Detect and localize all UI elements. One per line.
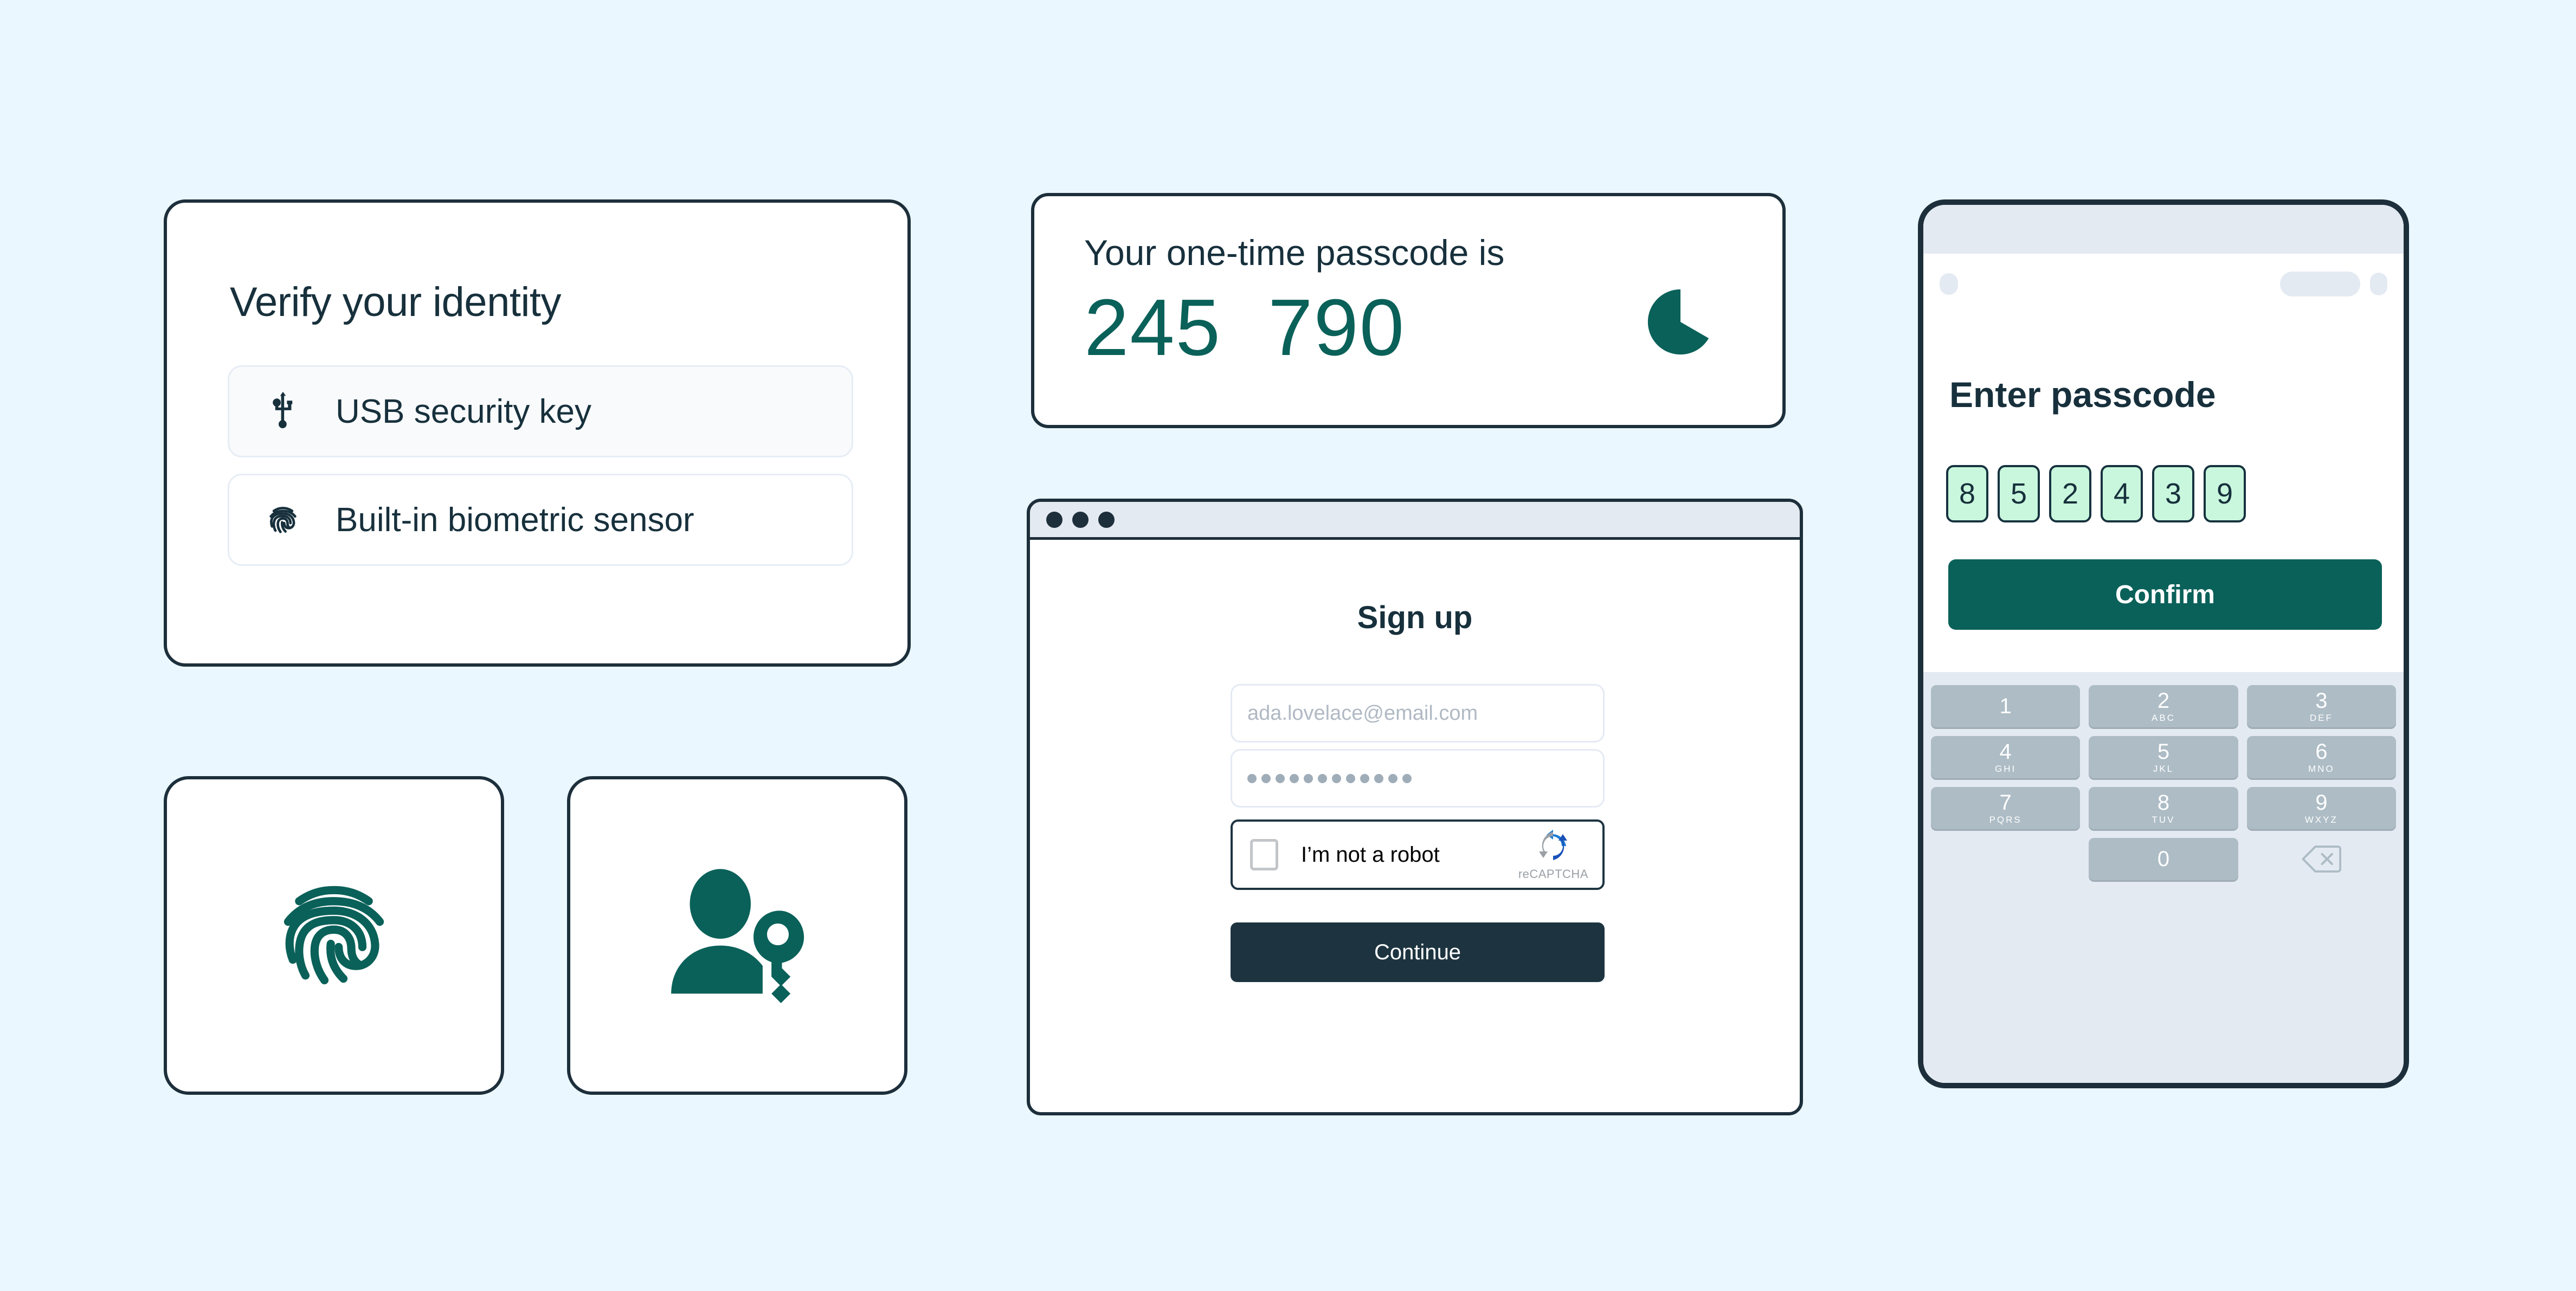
keypad-key-digit: 8 (2157, 791, 2170, 815)
window-close-dot[interactable] (1046, 511, 1062, 528)
password-dot (1388, 773, 1398, 783)
verify-identity-card: Verify your identity USB security key Bu… (164, 199, 911, 667)
keypad-key-letters: WXYZ (2304, 815, 2338, 825)
keypad-key-0[interactable]: 0 (2089, 838, 2238, 880)
password-dot (1247, 773, 1257, 783)
one-time-passcode-card: Your one-time passcode is 245 790 (1031, 193, 1786, 428)
recaptcha-label: I’m not a robot (1301, 842, 1440, 867)
confirm-button[interactable]: Confirm (1948, 559, 2382, 630)
verify-identity-title: Verify your identity (230, 279, 561, 325)
keypad-key-digit: 9 (2315, 791, 2328, 815)
illustration-canvas: Verify your identity USB security key Bu… (0, 0, 2576, 1291)
option-usb-label: USB security key (336, 392, 592, 430)
keypad-key-digit: 0 (2157, 847, 2170, 871)
keypad-key-letters: PQRS (1989, 815, 2022, 825)
numeric-keypad: 1 2 ABC 3 DEF 4 GHI 5 JKL 6 MNO 7 PQRS 8 TUV 9 WXYZ 0 (1923, 672, 2404, 1083)
keypad-row: 1 2 ABC 3 DEF (1931, 685, 2396, 727)
password-dot (1304, 773, 1313, 783)
keypad-key-1[interactable]: 1 (1931, 685, 2081, 727)
keypad-key-letters: GHI (1995, 764, 2017, 774)
passcode-digit-box[interactable]: 9 (2204, 465, 2246, 522)
phone-chrome-menu-placeholder (2370, 273, 2387, 295)
keypad-key-5[interactable]: 5 JKL (2089, 736, 2238, 778)
password-dot (1318, 773, 1327, 783)
keypad-key-letters: JKL (2153, 764, 2174, 774)
password-dot (1374, 773, 1383, 783)
password-dot (1346, 773, 1355, 783)
password-dot (1332, 773, 1341, 783)
keypad-key-2[interactable]: 2 ABC (2089, 685, 2238, 727)
backspace-key[interactable] (2247, 838, 2396, 880)
passcode-digit-box[interactable]: 8 (1946, 465, 1988, 522)
usb-icon (263, 391, 303, 431)
recaptcha-logo-icon (1536, 829, 1570, 866)
email-placeholder: ada.lovelace@email.com (1247, 701, 1478, 725)
password-dot (1402, 773, 1412, 783)
person-key-tile[interactable] (567, 776, 907, 1095)
keypad-spacer (1931, 838, 2080, 880)
phone-chrome-address-placeholder (2280, 272, 2360, 296)
password-dot (1360, 773, 1369, 783)
keypad-key-digit: 3 (2315, 689, 2328, 713)
keypad-key-digit: 7 (1999, 791, 2012, 815)
keypad-key-4[interactable]: 4 GHI (1931, 736, 2081, 778)
keypad-row: 0 (1931, 838, 2396, 880)
keypad-key-digit: 4 (1999, 740, 2012, 764)
passcode-digit-box[interactable]: 2 (2049, 465, 2091, 522)
passcode-digits: 852439 (1946, 465, 2246, 522)
signup-page-title: Sign up (1357, 600, 1473, 635)
keypad-key-9[interactable]: 9 WXYZ (2246, 787, 2396, 829)
enter-passcode-title: Enter passcode (1949, 375, 2216, 415)
window-minimize-dot[interactable] (1072, 511, 1089, 528)
recaptcha-checkbox[interactable] (1250, 839, 1278, 870)
pie-timer-icon (1646, 287, 1715, 357)
recaptcha-brand-text: reCAPTCHA (1518, 867, 1588, 881)
keypad-key-digit: 1 (1999, 694, 2012, 718)
passcode-digit-box[interactable]: 3 (2152, 465, 2194, 522)
password-dot (1290, 773, 1299, 783)
continue-button[interactable]: Continue (1231, 922, 1605, 982)
phone-chrome-back-placeholder (1940, 273, 1958, 295)
keypad-key-digit: 2 (2157, 689, 2170, 713)
fingerprint-icon (258, 858, 410, 1013)
keypad-key-letters: TUV (2152, 815, 2175, 825)
otp-label: Your one-time passcode is (1084, 233, 1505, 273)
keypad-key-letters: DEF (2309, 713, 2333, 723)
option-biometric-label: Built-in biometric sensor (336, 501, 694, 539)
fingerprint-tile[interactable] (164, 776, 504, 1095)
option-usb-security-key[interactable]: USB security key (228, 365, 853, 457)
keypad-key-digit: 6 (2315, 740, 2328, 764)
keypad-key-letters: ABC (2152, 713, 2175, 723)
recaptcha-brand: reCAPTCHA (1518, 829, 1588, 881)
password-masked-value (1247, 773, 1412, 783)
recaptcha-widget[interactable]: I’m not a robot reCAPTCHA (1231, 819, 1605, 890)
email-field[interactable]: ada.lovelace@email.com (1231, 684, 1605, 743)
signup-browser-window: Sign up ada.lovelace@email.com I’m not a… (1027, 499, 1803, 1115)
browser-titlebar (1030, 502, 1800, 540)
keypad-row: 4 GHI 5 JKL 6 MNO (1931, 736, 2396, 778)
passcode-digit-box[interactable]: 4 (2101, 465, 2143, 522)
phone-mockup: Enter passcode 852439 Confirm 1 2 ABC 3 DEF 4… (1918, 199, 2409, 1088)
keypad-key-7[interactable]: 7 PQRS (1931, 787, 2081, 829)
otp-code: 245 790 (1084, 283, 1406, 372)
keypad-key-letters: MNO (2308, 764, 2335, 774)
person-with-key-icon (656, 853, 819, 1018)
password-field[interactable] (1231, 749, 1605, 808)
backspace-icon (2302, 845, 2342, 873)
phone-browser-chrome (1923, 254, 2404, 314)
keypad-key-digit: 5 (2157, 740, 2170, 764)
keypad-key-8[interactable]: 8 TUV (2089, 787, 2238, 829)
keypad-key-6[interactable]: 6 MNO (2246, 736, 2396, 778)
fingerprint-icon (263, 500, 303, 540)
keypad-key-3[interactable]: 3 DEF (2246, 685, 2396, 727)
password-dot (1261, 773, 1271, 783)
passcode-digit-box[interactable]: 5 (1998, 465, 2040, 522)
password-dot (1276, 773, 1285, 783)
keypad-row: 7 PQRS 8 TUV 9 WXYZ (1931, 787, 2396, 829)
phone-statusbar (1923, 205, 2404, 254)
option-biometric-sensor[interactable]: Built-in biometric sensor (228, 474, 853, 566)
window-maximize-dot[interactable] (1098, 511, 1115, 528)
